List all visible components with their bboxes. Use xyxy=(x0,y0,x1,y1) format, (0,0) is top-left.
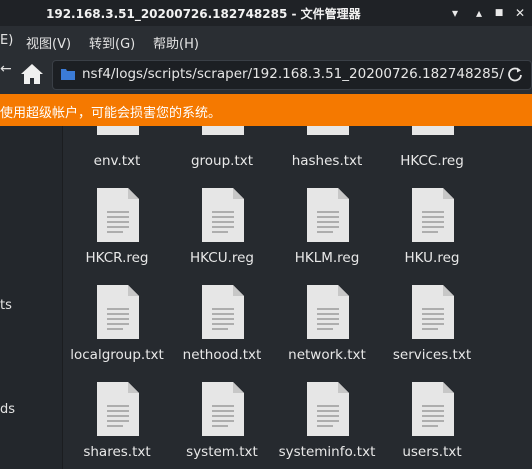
file-name: system.txt xyxy=(186,444,258,460)
file-name: HKCR.reg xyxy=(85,250,149,266)
file-item[interactable]: nethood.txt xyxy=(172,285,272,381)
file-name: HKLM.reg xyxy=(294,250,360,266)
text-file-icon xyxy=(202,126,244,135)
home-icon xyxy=(21,64,43,84)
file-item[interactable]: group.txt xyxy=(172,126,272,177)
sidebar-item-1[interactable]: ts xyxy=(0,298,12,313)
close-icon[interactable]: ✕ xyxy=(513,6,527,20)
file-name: env.txt xyxy=(93,153,141,169)
text-file-icon xyxy=(307,285,349,339)
text-file-icon xyxy=(307,188,349,242)
home-button[interactable] xyxy=(18,60,46,88)
folder-icon xyxy=(61,69,75,80)
menu-go[interactable]: 转到(G) xyxy=(89,33,135,52)
file-view: env.txt group.txt hashes.txt HKCC.reg HK… xyxy=(63,126,532,469)
text-file-icon xyxy=(97,126,139,135)
text-file-icon xyxy=(202,285,244,339)
menu-icon[interactable]: ▾ xyxy=(448,6,462,20)
text-file-icon xyxy=(412,382,454,436)
menu-bar: E) 视图(V) 转到(G) 帮助(H) xyxy=(0,26,532,56)
file-name: localgroup.txt xyxy=(70,347,164,363)
root-warning-banner: 使用超级帐户，可能会损害您的系统。 xyxy=(0,94,532,126)
menu-help[interactable]: 帮助(H) xyxy=(153,33,199,52)
file-item[interactable]: HKU.reg xyxy=(382,188,482,284)
file-name: shares.txt xyxy=(83,444,151,460)
maximize-icon[interactable]: ■ xyxy=(492,6,506,20)
file-name: HKCU.reg xyxy=(190,250,254,266)
reload-icon[interactable] xyxy=(507,66,523,82)
text-file-icon xyxy=(97,285,139,339)
file-item[interactable]: HKCC.reg xyxy=(382,126,482,177)
file-name: HKU.reg xyxy=(404,250,460,266)
location-bar[interactable]: nsf4/logs/scripts/scraper/192.168.3.51_2… xyxy=(52,60,532,90)
file-name: nethood.txt xyxy=(182,347,262,363)
text-file-icon xyxy=(412,188,454,242)
file-item[interactable]: services.txt xyxy=(382,285,482,381)
file-name: group.txt xyxy=(190,153,254,169)
file-item[interactable]: env.txt xyxy=(67,126,167,177)
text-file-icon xyxy=(97,188,139,242)
menu-edit[interactable]: E) xyxy=(0,33,13,48)
file-item[interactable]: systeminfo.txt xyxy=(277,382,377,469)
text-file-icon xyxy=(412,285,454,339)
text-file-icon xyxy=(202,382,244,436)
file-item[interactable]: HKCR.reg xyxy=(67,188,167,284)
minimize-icon[interactable]: ▴ xyxy=(472,6,486,20)
file-name: hashes.txt xyxy=(291,153,363,169)
file-item[interactable]: HKLM.reg xyxy=(277,188,377,284)
file-name: network.txt xyxy=(288,347,366,363)
location-path[interactable]: nsf4/logs/scripts/scraper/192.168.3.51_2… xyxy=(82,66,504,82)
text-file-icon xyxy=(97,382,139,436)
file-name: users.txt xyxy=(402,444,462,460)
file-name: HKCC.reg xyxy=(400,153,464,169)
text-file-icon xyxy=(307,382,349,436)
file-name: services.txt xyxy=(392,347,472,363)
text-file-icon xyxy=(307,126,349,135)
title-bar: 192.168.3.51_20200726.182748285 - 文件管理器 … xyxy=(0,0,532,26)
back-arrow-icon[interactable]: ← xyxy=(0,61,12,87)
file-item[interactable]: HKCU.reg xyxy=(172,188,272,284)
file-item[interactable]: localgroup.txt xyxy=(67,285,167,381)
file-item[interactable]: shares.txt xyxy=(67,382,167,469)
sidebar-item-2[interactable]: ds xyxy=(0,402,15,417)
file-item[interactable]: network.txt xyxy=(277,285,377,381)
text-file-icon xyxy=(202,188,244,242)
sidebar: ts ds xyxy=(0,126,63,469)
file-item[interactable]: system.txt xyxy=(172,382,272,469)
warning-text: 使用超级帐户，可能会损害您的系统。 xyxy=(0,106,222,121)
file-item[interactable]: users.txt xyxy=(382,382,482,469)
menu-view[interactable]: 视图(V) xyxy=(26,33,71,52)
window-title: 192.168.3.51_20200726.182748285 - 文件管理器 xyxy=(46,7,361,21)
file-item[interactable]: hashes.txt xyxy=(277,126,377,177)
text-file-icon xyxy=(412,126,454,135)
file-name: systeminfo.txt xyxy=(278,444,376,460)
